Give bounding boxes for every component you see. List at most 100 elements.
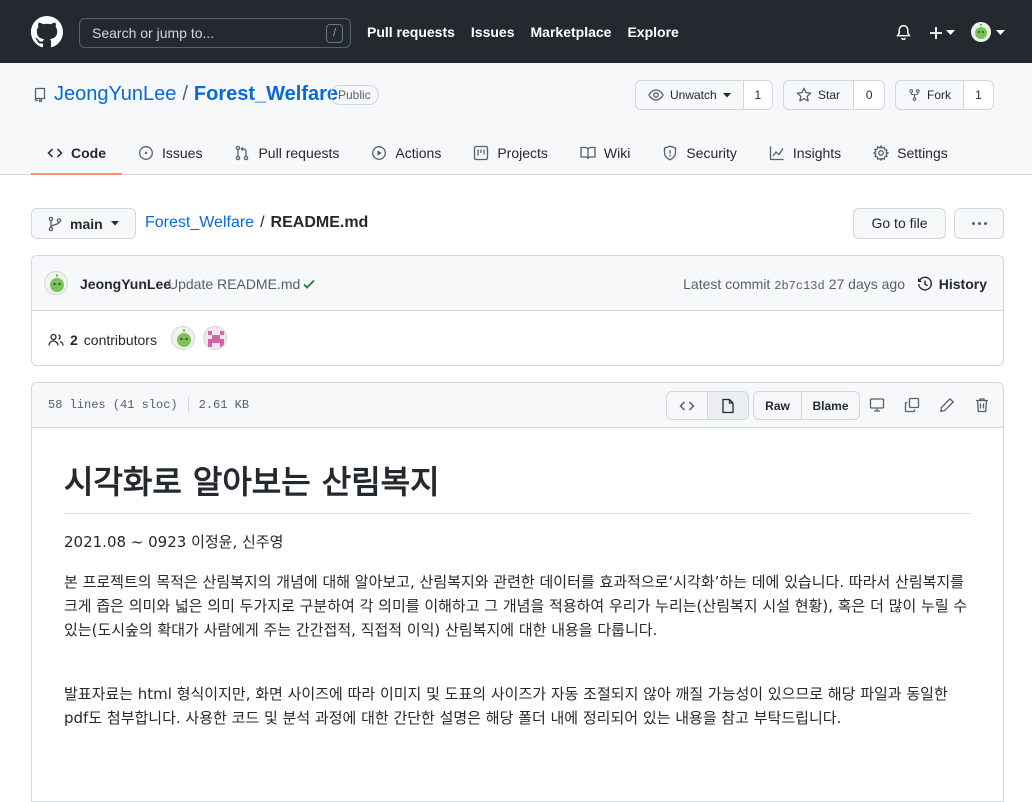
tab-issues-label: Issues — [162, 145, 203, 161]
gear-icon — [873, 145, 890, 161]
chevron-down-icon — [946, 29, 955, 35]
commit-author-avatar[interactable] — [44, 271, 68, 295]
book-icon — [580, 146, 596, 160]
visibility-badge: Public — [330, 85, 379, 105]
commit-message-link[interactable]: Update README.md — [168, 276, 300, 292]
tab-pull-requests[interactable]: Pull requests — [218, 131, 355, 175]
plus-icon — [930, 26, 942, 39]
tab-actions-label: Actions — [395, 145, 442, 161]
tab-settings[interactable]: Settings — [857, 131, 964, 175]
notifications-bell-icon[interactable] — [895, 24, 912, 41]
latest-commit-info: Latest commit 2b7c13d 27 days ago — [683, 276, 905, 293]
code-icon — [47, 148, 63, 158]
history-label: History — [938, 276, 987, 292]
tab-settings-label: Settings — [897, 145, 948, 161]
kebab-dot-icon — [971, 222, 975, 225]
issue-icon — [139, 146, 153, 160]
breadcrumb-file: README.md — [270, 214, 369, 231]
fork-button[interactable]: Fork — [896, 81, 964, 109]
desktop-icon[interactable] — [869, 397, 885, 413]
latest-commit-box: JeongYunLee Update README.md Latest comm… — [31, 255, 1004, 366]
kebab-dot-icon — [983, 222, 987, 225]
star-button[interactable]: Star — [784, 81, 855, 109]
go-to-file-button[interactable]: Go to file — [853, 208, 946, 239]
global-nav: Pull requests Issues Marketplace Explore — [367, 24, 679, 40]
graph-icon — [769, 146, 784, 161]
pencil-icon[interactable] — [939, 397, 955, 413]
repo-title: JeongYunLee / Forest_Welfare — [54, 83, 338, 106]
contributors-count: 2 — [70, 332, 78, 348]
github-logo-icon[interactable] — [31, 16, 63, 48]
unwatch-button[interactable]: Unwatch — [636, 81, 744, 109]
readme-content: 시각화로 알아보는 산림복지 2021.08 ~ 0923 이정윤, 신주영 본… — [64, 415, 971, 730]
watch-count[interactable]: 1 — [743, 81, 772, 109]
people-icon — [48, 333, 64, 346]
more-options-button[interactable] — [954, 208, 1004, 239]
search-placeholder: Search or jump to... — [92, 25, 215, 41]
file-viewer: 58 lines (41 sloc) 2.61 KB Raw Blame 시각화… — [31, 382, 1004, 802]
trash-icon[interactable] — [974, 397, 990, 413]
shield-icon — [664, 145, 677, 161]
chevron-down-icon[interactable] — [996, 30, 1005, 36]
breadcrumb-separator: / — [260, 214, 265, 231]
repo-header: JeongYunLee / Forest_Welfare Public Unwa… — [0, 63, 1032, 175]
nav-pull-requests[interactable]: Pull requests — [367, 24, 455, 40]
nav-explore[interactable]: Explore — [627, 24, 678, 40]
branch-select-button[interactable]: main — [31, 208, 136, 239]
file-line-count: 58 lines (41 sloc) — [48, 398, 178, 412]
nav-marketplace[interactable]: Marketplace — [531, 24, 612, 40]
user-avatar[interactable] — [971, 22, 991, 42]
star-button-group: Star 0 — [783, 80, 885, 110]
copy-icon[interactable] — [904, 397, 920, 413]
commit-sha-link[interactable]: 2b7c13d — [774, 279, 824, 293]
repo-name-link[interactable]: Forest_Welfare — [194, 83, 338, 106]
contributor-avatar[interactable] — [171, 326, 195, 350]
branch-name: main — [70, 215, 103, 232]
contributors-summary[interactable]: 2 contributors — [48, 332, 157, 348]
tab-code[interactable]: Code — [31, 131, 122, 175]
watch-button-group: Unwatch 1 — [635, 80, 773, 110]
branch-icon — [48, 216, 62, 231]
contributor-avatar[interactable] — [203, 326, 227, 350]
breadcrumb-repo-link[interactable]: Forest_Welfare — [145, 214, 254, 232]
star-icon — [796, 87, 812, 102]
fork-button-group: Fork 1 — [895, 80, 994, 110]
code-icon — [679, 400, 695, 411]
latest-commit-label: Latest commit — [683, 276, 771, 292]
readme-paragraph: 발표자료는 html 형식이지만, 화면 사이즈에 따라 이미지 및 도표의 사… — [64, 685, 948, 727]
global-header: Search or jump to... / Pull requests Iss… — [0, 0, 1032, 63]
repo-title-separator: / — [182, 83, 188, 105]
fork-icon — [909, 89, 920, 101]
tab-actions[interactable]: Actions — [355, 131, 457, 175]
check-icon[interactable] — [302, 277, 316, 291]
repo-owner-link[interactable]: JeongYunLee — [54, 83, 176, 106]
commit-author-link[interactable]: JeongYunLee — [80, 276, 171, 292]
readme-meta: 2021.08 ~ 0923 이정윤, 신주영 — [64, 533, 284, 551]
star-count[interactable]: 0 — [854, 81, 884, 109]
tab-insights[interactable]: Insights — [753, 131, 857, 175]
contributors-label: contributors — [83, 332, 157, 348]
breadcrumb: Forest_Welfare / README.md — [145, 214, 368, 232]
tab-code-label: Code — [71, 145, 106, 161]
nav-issues[interactable]: Issues — [471, 24, 515, 40]
history-link[interactable]: History — [917, 276, 987, 292]
tab-wiki[interactable]: Wiki — [564, 131, 646, 175]
readme-paragraph: 본 프로젝트의 목적은 산림복지의 개념에 대해 알아보고, 산림복지와 관련한… — [64, 573, 968, 639]
repo-tabs: Code Issues Pull requests Actions Projec… — [31, 131, 964, 175]
commit-row: JeongYunLee Update README.md Latest comm… — [32, 256, 1003, 311]
project-icon — [474, 145, 489, 161]
search-shortcut-key: / — [326, 24, 343, 43]
file-icon — [722, 398, 734, 413]
fork-count[interactable]: 1 — [964, 81, 993, 109]
tab-issues[interactable]: Issues — [122, 131, 218, 175]
fork-label: Fork — [927, 88, 951, 102]
tab-security[interactable]: Security — [646, 131, 753, 175]
repo-icon — [32, 87, 48, 103]
tab-security-label: Security — [686, 145, 737, 161]
tab-projects-label: Projects — [497, 145, 548, 161]
file-info-divider — [187, 397, 189, 413]
create-new-menu[interactable] — [929, 24, 957, 41]
tab-projects[interactable]: Projects — [457, 131, 564, 175]
search-input[interactable]: Search or jump to... / — [79, 18, 351, 48]
pull-request-icon — [236, 145, 249, 161]
